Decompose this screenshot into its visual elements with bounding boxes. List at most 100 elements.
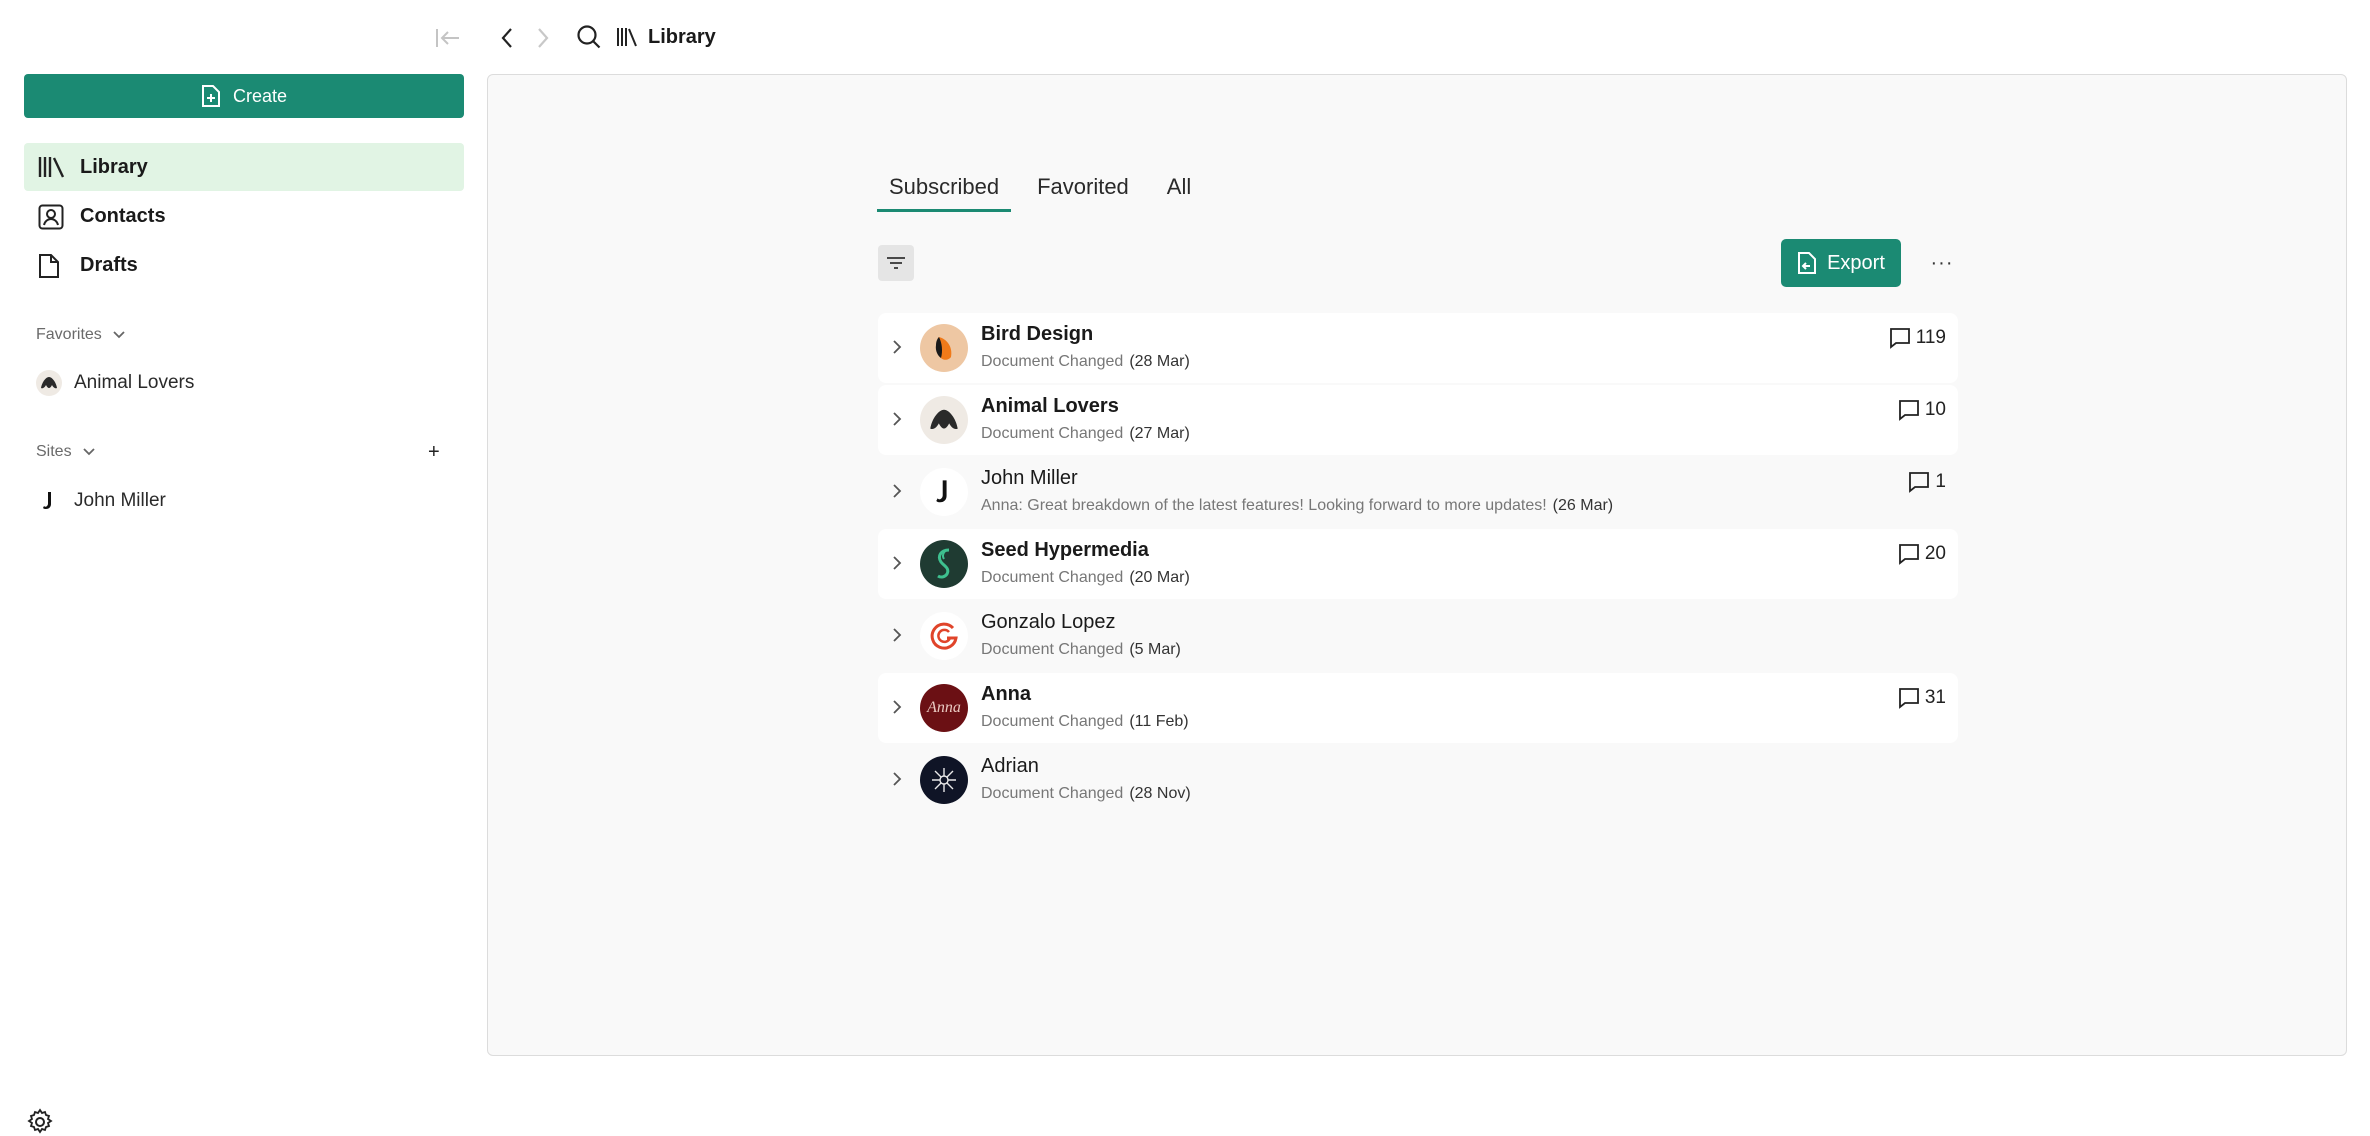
comment-count: 10 xyxy=(1897,399,1946,421)
sidebar: Create Library Contacts Drafts Favorites… xyxy=(0,74,487,1134)
comment-count: 20 xyxy=(1897,543,1946,565)
new-document-icon xyxy=(201,85,220,107)
site-item-john-miller[interactable]: John Miller xyxy=(36,488,166,514)
item-status: Document Changed xyxy=(981,425,1124,442)
john-miller-avatar xyxy=(920,468,968,516)
create-button-label: Create xyxy=(232,85,288,106)
comment-count-value: 119 xyxy=(1915,327,1946,348)
item-date: (26 Mar) xyxy=(1552,497,1614,514)
seed-hypermedia-avatar xyxy=(920,540,968,588)
item-name: Adrian xyxy=(981,755,1039,777)
filter-icon xyxy=(887,257,905,269)
filter-button[interactable] xyxy=(878,245,914,281)
library-tabs: Subscribed Favorited All xyxy=(877,163,1217,223)
item-subtitle: Document Changed (5 Mar) xyxy=(981,641,1181,659)
comment-count: 119 xyxy=(1888,327,1946,349)
item-subtitle: Document Changed (28 Mar) xyxy=(981,353,1190,371)
favorite-item-label: Animal Lovers xyxy=(74,372,195,393)
item-name: Gonzalo Lopez xyxy=(981,611,1116,633)
add-site-icon[interactable]: + xyxy=(428,441,440,464)
comment-count-value: 10 xyxy=(1924,399,1946,420)
comment-count-value: 1 xyxy=(1935,471,1946,492)
favorites-label: Favorites xyxy=(36,326,102,343)
item-date: (5 Mar) xyxy=(1129,641,1181,658)
comment-count-value: 31 xyxy=(1924,687,1946,708)
chevron-right-icon[interactable] xyxy=(892,555,902,571)
gonzalo-lopez-avatar xyxy=(920,612,968,660)
chevron-right-icon[interactable] xyxy=(892,771,902,787)
search-icon[interactable] xyxy=(574,22,604,52)
sidebar-item-drafts[interactable]: Drafts xyxy=(24,241,464,289)
tab-subscribed[interactable]: Subscribed xyxy=(877,163,1012,212)
chevron-right-icon[interactable] xyxy=(892,411,902,427)
site-item-label: John Miller xyxy=(74,490,166,511)
export-button-label: Export xyxy=(1827,251,1885,274)
chevron-right-icon[interactable] xyxy=(892,699,902,715)
sidebar-item-label: Drafts xyxy=(80,253,138,276)
list-item[interactable]: Gonzalo Lopez Document Changed (5 Mar) xyxy=(878,601,1958,671)
page-title: Library xyxy=(616,20,716,54)
comment-icon xyxy=(1898,400,1919,421)
back-icon[interactable] xyxy=(494,24,520,52)
create-button[interactable]: Create xyxy=(24,74,464,118)
item-subtitle: Document Changed (27 Mar) xyxy=(981,425,1190,443)
tab-favorited[interactable]: Favorited xyxy=(1025,163,1141,211)
settings-gear-icon[interactable] xyxy=(26,1108,54,1136)
tab-all[interactable]: All xyxy=(1155,163,1203,211)
comment-count: 1 xyxy=(1907,471,1946,493)
forward-icon[interactable] xyxy=(530,24,556,52)
chevron-down-icon xyxy=(82,448,95,456)
list-item[interactable]: John Miller Anna: Great breakdown of the… xyxy=(878,457,1958,527)
anna-avatar-text: Anna xyxy=(927,699,961,716)
favorite-item-animal-lovers[interactable]: Animal Lovers xyxy=(36,370,194,396)
list-item[interactable]: Anna Anna Document Changed (11 Feb) 31 xyxy=(878,673,1958,743)
chevron-right-icon[interactable] xyxy=(892,339,902,355)
item-date: (27 Mar) xyxy=(1129,425,1190,442)
adrian-avatar xyxy=(920,756,968,804)
item-subtitle: Document Changed (20 Mar) xyxy=(981,569,1190,587)
item-date: (20 Mar) xyxy=(1129,569,1190,586)
top-bar: Library xyxy=(0,0,2370,74)
list-item[interactable]: Animal Lovers Document Changed (27 Mar) 1… xyxy=(878,385,1958,455)
list-item[interactable]: Seed Hypermedia Document Changed (20 Mar)… xyxy=(878,529,1958,599)
john-miller-avatar xyxy=(36,488,62,514)
item-subtitle: Anna: Great breakdown of the latest feat… xyxy=(981,497,1613,515)
sidebar-item-contacts[interactable]: Contacts xyxy=(24,192,464,240)
item-status: Document Changed xyxy=(981,641,1124,658)
page-title-text: Library xyxy=(648,25,716,48)
item-subtitle: Document Changed (28 Nov) xyxy=(981,785,1191,803)
chevron-right-icon[interactable] xyxy=(892,627,902,643)
animal-lovers-avatar xyxy=(36,370,62,396)
item-date: (11 Feb) xyxy=(1129,713,1189,730)
item-name: Animal Lovers xyxy=(981,395,1119,417)
list-item[interactable]: Adrian Document Changed (28 Nov) xyxy=(878,745,1958,815)
more-options-button[interactable]: ··· xyxy=(1924,247,1960,279)
collapse-sidebar-icon[interactable] xyxy=(434,24,462,52)
item-status: Document Changed xyxy=(981,569,1124,586)
sites-section-header[interactable]: Sites xyxy=(36,443,96,461)
comment-icon xyxy=(1889,328,1910,349)
export-document-icon xyxy=(1798,252,1817,274)
item-name: Anna xyxy=(981,683,1031,705)
favorites-section-header[interactable]: Favorites xyxy=(36,326,126,344)
comment-count-value: 20 xyxy=(1924,543,1946,564)
library-icon xyxy=(617,28,637,47)
library-icon xyxy=(38,157,65,178)
export-button[interactable]: Export xyxy=(1781,239,1901,287)
item-name: Bird Design xyxy=(981,323,1094,345)
chevron-right-icon[interactable] xyxy=(892,483,902,499)
bird-design-avatar xyxy=(920,324,968,372)
file-icon xyxy=(39,254,59,278)
comment-icon xyxy=(1898,544,1919,565)
comment-icon xyxy=(1909,472,1930,493)
item-date: (28 Nov) xyxy=(1129,785,1191,802)
list-item[interactable]: Bird Design Document Changed (28 Mar) 119 xyxy=(878,313,1958,383)
item-status: Document Changed xyxy=(981,713,1124,730)
item-name: Seed Hypermedia xyxy=(981,539,1149,561)
item-status: Document Changed xyxy=(981,785,1124,802)
main-panel: Subscribed Favorited All Export ··· Bird… xyxy=(487,74,2347,1056)
sidebar-item-label: Contacts xyxy=(80,204,166,227)
sidebar-item-label: Library xyxy=(80,155,148,178)
comment-icon xyxy=(1898,688,1919,709)
sidebar-item-library[interactable]: Library xyxy=(24,143,464,191)
